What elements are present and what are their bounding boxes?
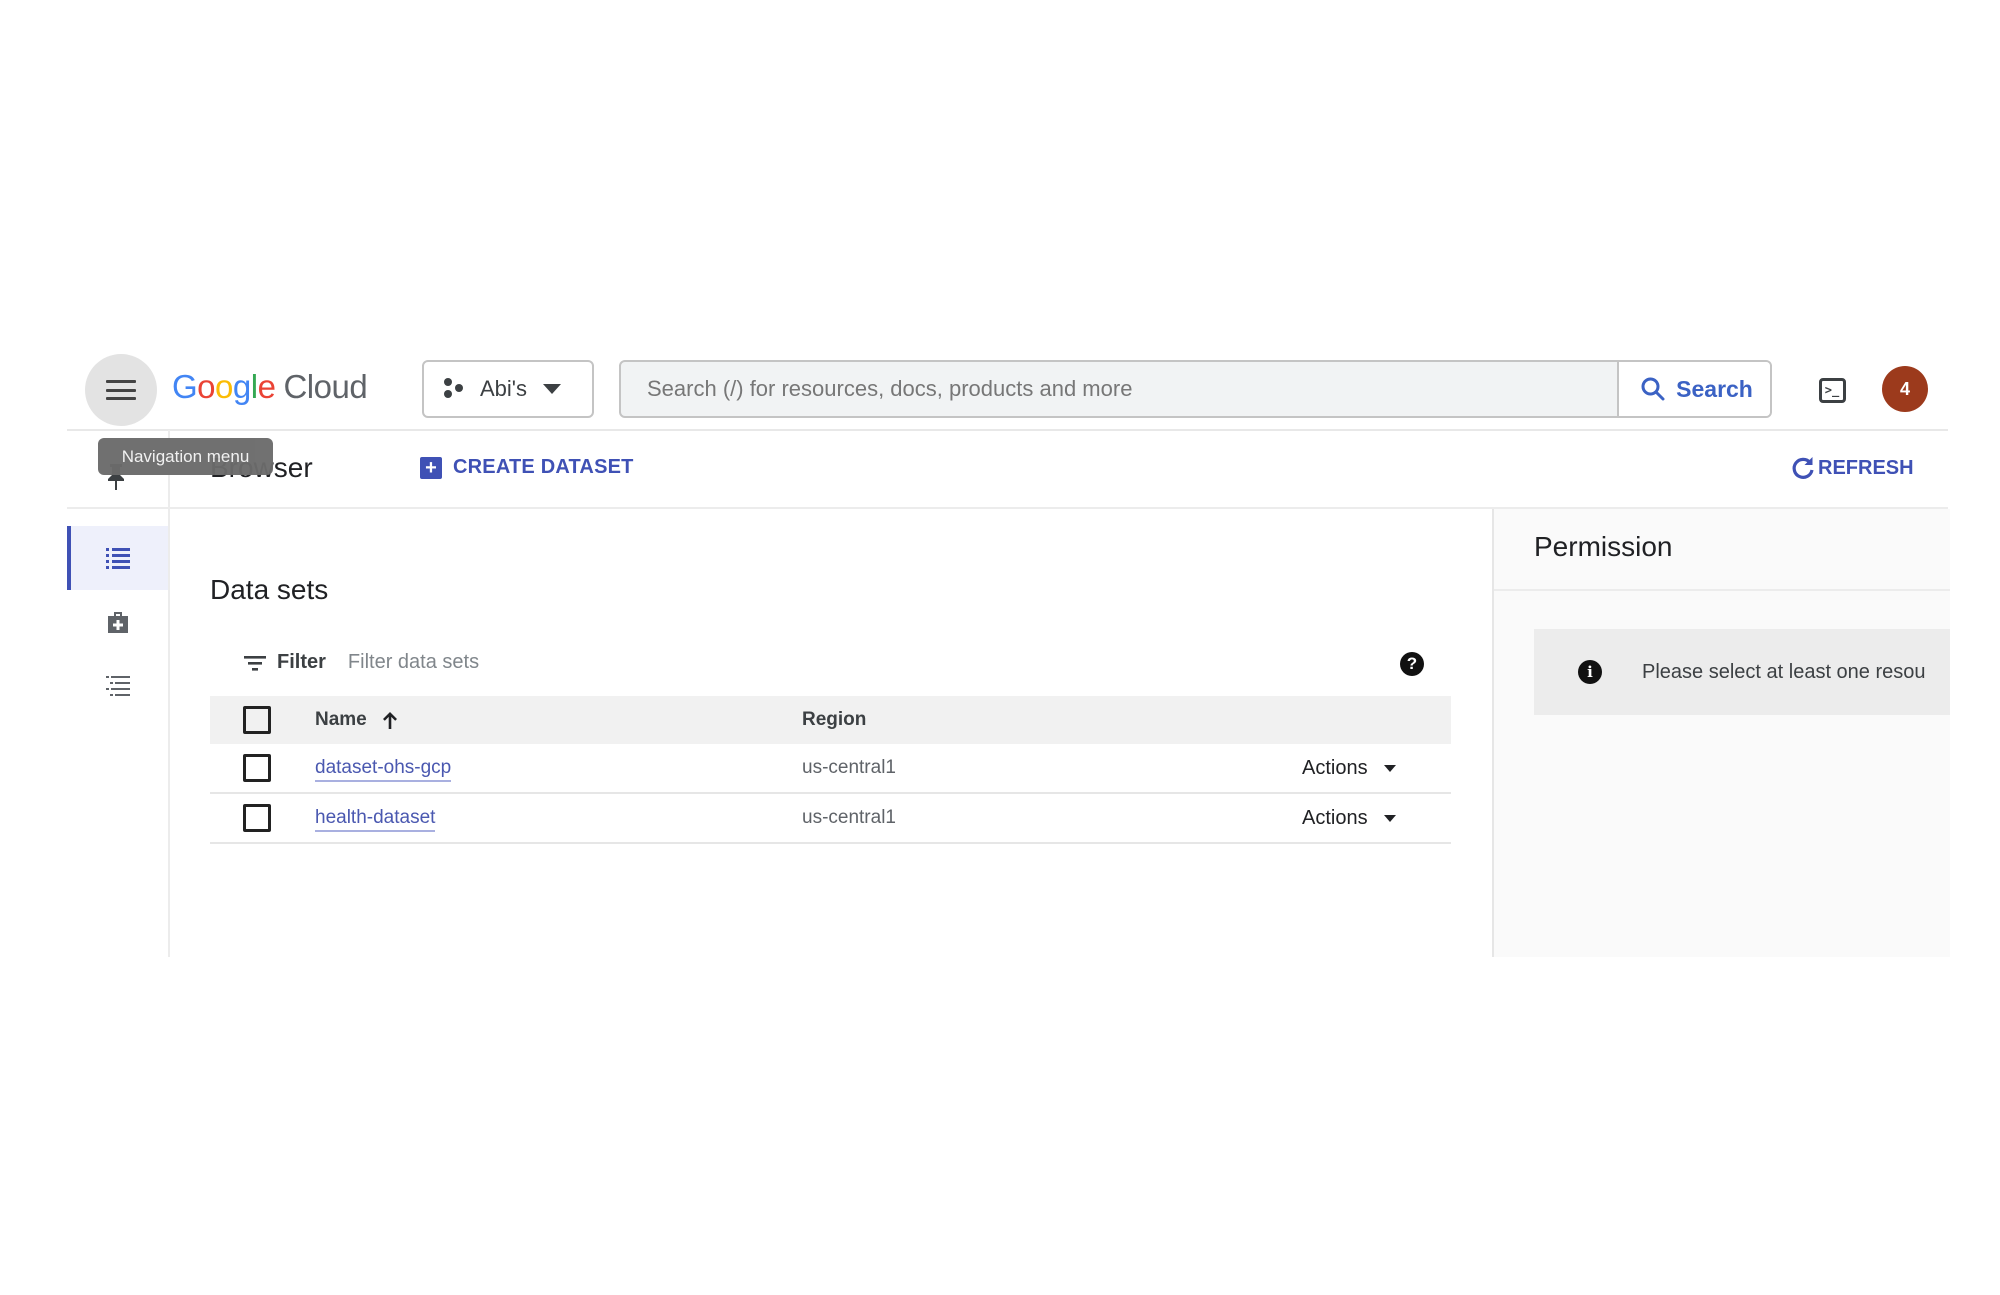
permission-title: Permission <box>1534 531 1673 562</box>
search-icon <box>1641 377 1665 401</box>
column-header-region[interactable]: Region <box>802 709 866 731</box>
filter-input[interactable] <box>345 650 950 675</box>
create-dataset-button[interactable]: + CREATE DATASET <box>420 456 634 479</box>
navigation-menu-tooltip: Navigation menu <box>98 438 273 475</box>
indented-list-icon <box>105 676 130 696</box>
sidebar-item-health[interactable] <box>67 590 168 654</box>
search-bar: Search <box>619 360 1772 418</box>
dataset-link[interactable]: dataset-ohs-gcp <box>315 757 452 782</box>
table-header: Name Region <box>210 696 1451 744</box>
table-row: health-dataset us-central1 Actions <box>210 794 1451 844</box>
select-all-checkbox[interactable] <box>243 706 271 734</box>
hamburger-icon <box>106 380 136 400</box>
chevron-down-icon <box>1383 764 1396 772</box>
datasets-table: Name Region dataset-ohs-gcp us-central1 … <box>210 696 1451 844</box>
column-header-name[interactable]: Name <box>315 709 401 731</box>
filter-icon[interactable] <box>243 653 267 673</box>
list-icon <box>105 548 130 569</box>
search-input[interactable] <box>621 362 1617 416</box>
actions-dropdown[interactable]: Actions <box>1302 807 1396 830</box>
sidebar-divider <box>168 430 170 957</box>
section-title: Data sets <box>210 574 329 605</box>
info-icon: i <box>1578 660 1602 684</box>
permission-divider <box>1494 589 1950 591</box>
row-checkbox[interactable] <box>243 754 271 782</box>
sidebar-item-datasets[interactable] <box>67 526 168 590</box>
add-box-icon: + <box>420 456 442 479</box>
table-row: dataset-ohs-gcp us-central1 Actions <box>210 744 1451 794</box>
cloud-shell-button[interactable]: >_ <box>1815 374 1849 406</box>
dataset-link[interactable]: health-dataset <box>315 807 436 832</box>
google-cloud-logo[interactable]: Google Cloud <box>172 368 368 406</box>
notifications-badge[interactable]: 4 <box>1882 366 1928 412</box>
chevron-down-icon <box>543 384 561 394</box>
row-checkbox[interactable] <box>243 804 271 832</box>
project-name: Abi's <box>480 376 527 401</box>
refresh-button[interactable]: REFRESH <box>1790 455 1914 481</box>
region-cell: us-central1 <box>802 807 896 828</box>
permission-info-banner: i Please select at least one resou <box>1534 629 1950 715</box>
refresh-icon <box>1792 457 1814 479</box>
chevron-down-icon <box>1383 814 1396 822</box>
terminal-icon: >_ <box>1818 377 1846 403</box>
filter-label: Filter <box>277 651 326 673</box>
actions-dropdown[interactable]: Actions <box>1302 757 1396 780</box>
project-icon <box>444 378 466 400</box>
sidebar-item-list[interactable] <box>67 654 168 718</box>
medical-bag-icon <box>107 612 128 633</box>
project-picker[interactable]: Abi's <box>422 360 594 418</box>
help-icon[interactable]: ? <box>1400 652 1424 676</box>
region-cell: us-central1 <box>802 757 896 778</box>
navigation-menu-button[interactable] <box>85 354 157 426</box>
search-button[interactable]: Search <box>1617 362 1770 416</box>
filter-bar: Filter <box>243 650 950 675</box>
sort-ascending-icon <box>382 712 397 729</box>
permission-panel: Permission i Please select at least one … <box>1492 509 1950 957</box>
permission-message: Please select at least one resou <box>1642 660 1926 683</box>
